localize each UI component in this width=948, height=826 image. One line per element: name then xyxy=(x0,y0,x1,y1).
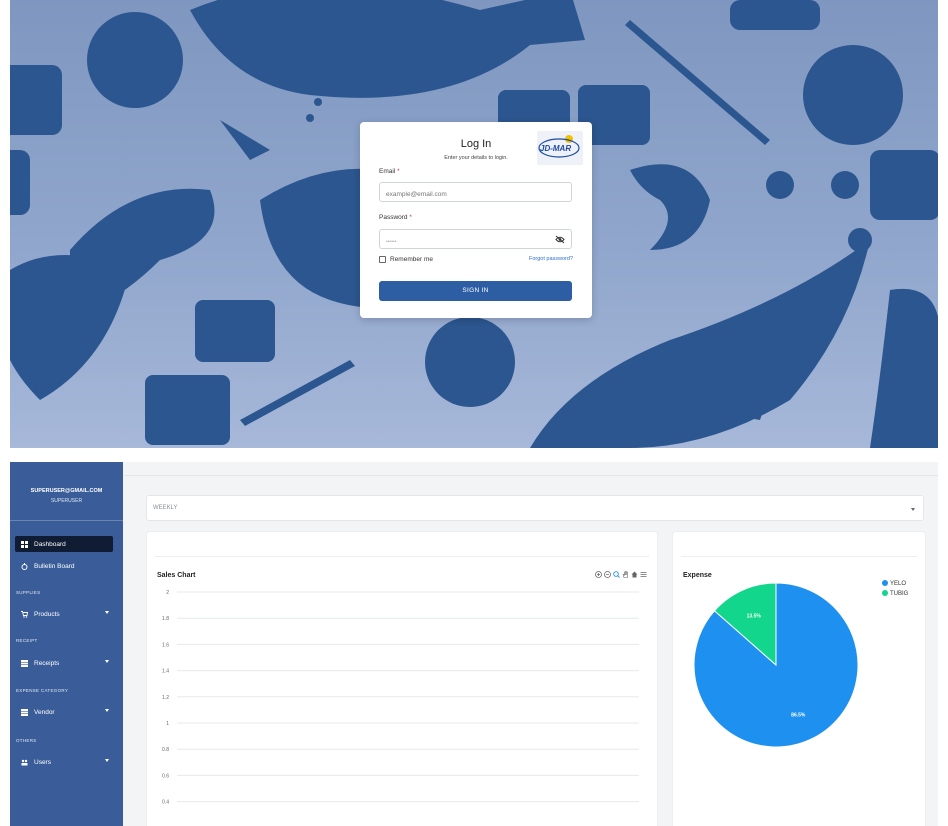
y-tick-label: 0.6 xyxy=(162,773,169,779)
user-role: SUPERUSER xyxy=(50,498,83,504)
sidebar: SUPERUSER@GMAIL.COM SUPERUSER Dashboard … xyxy=(10,462,123,826)
y-tick-label: 2 xyxy=(166,590,169,596)
sidebar-item-label: Users xyxy=(34,758,51,766)
section-receipt: RECEIPT xyxy=(16,638,38,643)
y-tick-label: 1.6 xyxy=(162,642,169,648)
y-tick-label: 1.8 xyxy=(162,616,169,622)
expense-chart-card: Expense 86.5% 13.5% YELO TUBIG xyxy=(672,531,926,826)
sign-in-button[interactable]: SIGN IN xyxy=(379,281,572,301)
table-icon xyxy=(21,708,28,716)
sidebar-item-bulletin-board[interactable]: Bulletin Board xyxy=(15,558,113,574)
chevron-down-icon xyxy=(105,611,109,614)
section-supplies: SUPPLIES xyxy=(16,590,41,595)
password-required-mark: * xyxy=(409,214,412,221)
sidebar-item-receipts[interactable]: Receipts xyxy=(15,655,113,671)
password-input[interactable] xyxy=(380,233,571,251)
password-label: Password * xyxy=(379,214,412,221)
sidebar-divider xyxy=(10,520,123,521)
legend-marker xyxy=(882,580,888,586)
email-label-text: Email xyxy=(379,168,396,175)
sidebar-item-label: Vendor xyxy=(34,708,55,716)
expense-pie-chart: 86.5% 13.5% YELO TUBIG xyxy=(693,580,909,748)
top-bar xyxy=(123,462,938,476)
sidebar-item-vendor[interactable]: Vendor xyxy=(15,704,113,720)
sidebar-item-label: Bulletin Board xyxy=(34,562,75,570)
chevron-down-icon xyxy=(911,508,915,511)
email-field[interactable] xyxy=(379,182,572,204)
eye-off-icon[interactable] xyxy=(555,235,565,244)
login-card: Log In Enter your details to login. JD-M… xyxy=(360,122,592,318)
remember-label: Remember me xyxy=(390,256,433,263)
users-icon xyxy=(21,759,28,765)
cart-icon xyxy=(21,610,28,618)
legend-label[interactable]: YELO xyxy=(890,581,906,587)
chevron-down-icon xyxy=(105,660,109,663)
email-required-mark: * xyxy=(397,168,400,175)
y-tick-label: 1.2 xyxy=(162,695,169,701)
y-tick-label: 0.4 xyxy=(162,800,169,806)
dashboard-screen: SUPERUSER@GMAIL.COM SUPERUSER Dashboard … xyxy=(10,462,938,826)
section-expense-category: EXPENSE CATEGORY xyxy=(16,688,69,693)
sidebar-item-label: Products xyxy=(34,610,60,618)
password-field[interactable] xyxy=(379,229,572,251)
forgot-password-link[interactable]: Forgot password? xyxy=(529,256,573,262)
chevron-down-icon xyxy=(105,759,109,762)
sales-chart-card: Sales Chart 2 1.8 1.6 1.4 1.2 1 0.8 0.6 0.4 xyxy=(146,531,658,826)
period-select-value: WEEKLY xyxy=(153,505,178,511)
grid-icon xyxy=(21,540,28,548)
chevron-down-icon xyxy=(105,709,109,712)
sidebar-item-dashboard[interactable]: Dashboard xyxy=(15,536,113,552)
pie-data-label: 13.5% xyxy=(747,614,762,620)
login-screen: Log In Enter your details to login. JD-M… xyxy=(10,0,938,448)
period-select[interactable]: WEEKLY xyxy=(146,495,924,521)
sidebar-item-users[interactable]: Users xyxy=(15,754,113,770)
table-icon xyxy=(21,659,28,667)
y-tick-label: 0.8 xyxy=(162,747,169,753)
remember-checkbox[interactable] xyxy=(379,256,386,263)
sales-chart-plot: 2 1.8 1.6 1.4 1.2 1 0.8 0.6 0.4 xyxy=(162,590,639,806)
y-tick-label: 1 xyxy=(166,721,169,727)
sidebar-item-label: Receipts xyxy=(34,659,60,667)
pie-data-label: 86.5% xyxy=(791,712,806,718)
company-logo: JD-MAR xyxy=(537,131,583,165)
sidebar-item-products[interactable]: Products xyxy=(15,606,113,622)
y-tick-label: 1.4 xyxy=(162,669,169,675)
email-label: Email * xyxy=(379,168,400,175)
section-others: OTHERS xyxy=(16,738,37,743)
remember-me[interactable]: Remember me xyxy=(379,256,433,263)
password-label-text: Password xyxy=(379,214,408,221)
sidebar-item-label: Dashboard xyxy=(34,540,66,548)
legend-marker xyxy=(882,590,888,596)
bulletin-icon xyxy=(21,562,28,570)
user-email: SUPERUSER@GMAIL.COM xyxy=(30,488,103,494)
email-input[interactable] xyxy=(380,185,571,204)
logo-text: JD-MAR xyxy=(540,144,572,153)
legend-label[interactable]: TUBIG xyxy=(890,591,909,597)
